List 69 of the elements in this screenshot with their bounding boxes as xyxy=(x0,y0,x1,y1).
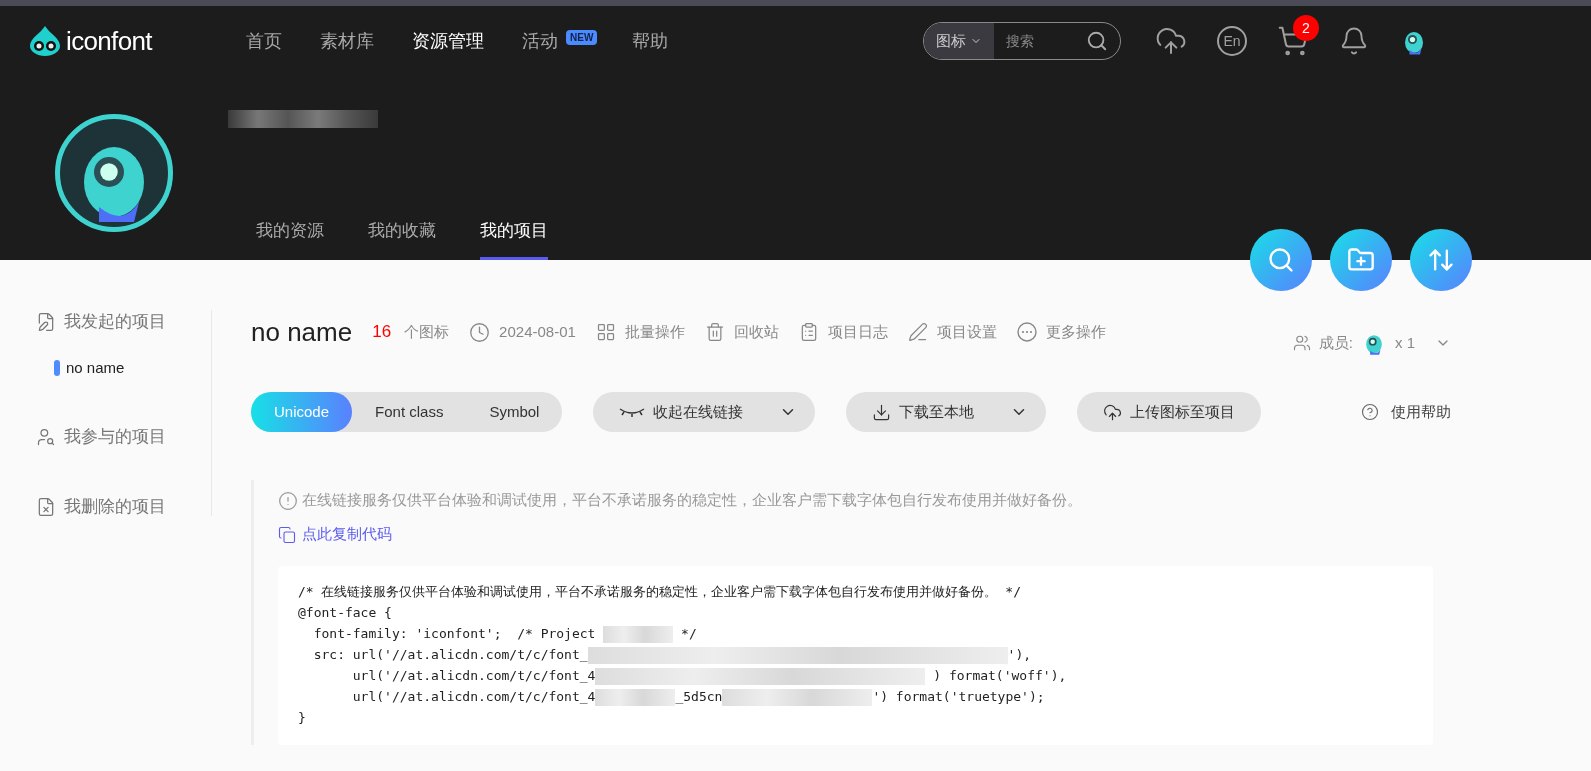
upload-icon[interactable] xyxy=(1155,25,1187,57)
action-link[interactable]: 批量操作 xyxy=(624,320,685,344)
pen-icon xyxy=(907,322,928,342)
notice-text: 在线链接服务仅供平台体验和调试使用，平台不承诺服务的稳定性，企业客户需下载字体包自行发布使用并做好备份。 xyxy=(302,491,1082,510)
profile-tab[interactable]: 我的资源 xyxy=(256,217,324,260)
toolbar-button[interactable]: 收起在线链接 xyxy=(593,392,816,432)
copy-icon xyxy=(278,525,296,544)
count-label: 个图标 xyxy=(404,321,450,342)
logo-text[interactable]: iconfont xyxy=(66,21,152,61)
code-text: font-family: 'iconfont'; /* Project xyxy=(312,625,597,644)
help-icon xyxy=(1361,403,1379,421)
code-text: ') format('truetype'); xyxy=(872,688,1045,707)
more-icon xyxy=(1016,322,1037,342)
nav-link[interactable]: 首页 xyxy=(246,27,282,55)
download-icon xyxy=(872,402,892,422)
scope-select[interactable]: 图标 xyxy=(924,23,994,59)
new-badge: NEW xyxy=(566,29,598,45)
clock-icon xyxy=(469,321,491,343)
sidebar-group[interactable]: 我发起的项目 xyxy=(64,309,166,335)
nav-link[interactable]: 素材库 xyxy=(320,27,374,55)
profile-tab[interactable]: 我的项目 xyxy=(480,217,548,260)
help-link[interactable]: 使用帮助 xyxy=(1391,400,1451,424)
code-text: url('//at.alicdn.com/t/c/font_4 xyxy=(351,688,596,707)
nav-link[interactable]: 资源管理 xyxy=(412,27,484,55)
toolbar-button[interactable]: 上传图标至项目 xyxy=(1077,392,1262,432)
bell-icon[interactable] xyxy=(1339,26,1369,56)
toolbar-button[interactable]: 下载至本地 xyxy=(846,392,1047,432)
code-text: url('//at.alicdn.com/t/c/font_4 xyxy=(351,667,596,686)
trash-icon xyxy=(704,322,725,342)
action-link[interactable]: 项目设置 xyxy=(936,320,997,344)
code-text: */ xyxy=(680,625,697,644)
code-text: src: url('//at.alicdn.com/t/c/font_ xyxy=(312,646,588,665)
project-title: no name xyxy=(251,315,353,349)
code-text: ) format('woff'), xyxy=(932,667,1067,686)
search-icon[interactable] xyxy=(1086,30,1108,52)
language-toggle[interactable]: En xyxy=(1217,26,1247,56)
format-tab[interactable]: Font class xyxy=(352,392,467,432)
code-text: _5d5cn xyxy=(675,688,723,707)
action-link[interactable]: 项目日志 xyxy=(827,320,888,344)
sidebar-group[interactable]: 我参与的项目 xyxy=(64,423,166,450)
code-text: } xyxy=(298,709,306,728)
date-text: 2024-08-01 xyxy=(499,321,576,342)
nav-link[interactable]: 帮助 xyxy=(632,27,668,55)
upload-icon xyxy=(1103,402,1123,422)
logo-icon xyxy=(28,26,62,56)
user-search-icon xyxy=(36,426,56,447)
action-link[interactable]: 回收站 xyxy=(733,320,779,344)
members-icon xyxy=(1292,334,1311,352)
code-text: @font-face { xyxy=(298,604,392,623)
format-tab[interactable]: Symbol xyxy=(466,392,563,432)
sidebar-project[interactable]: no name xyxy=(66,357,125,380)
members-label: 成员: xyxy=(1318,332,1353,353)
action-link[interactable]: 更多操作 xyxy=(1045,320,1106,344)
members-count: x 1 xyxy=(1395,332,1415,353)
folder-plus-icon xyxy=(1347,246,1375,274)
copy-code-link[interactable]: 点此复制代码 xyxy=(302,523,392,546)
cart-badge: 2 xyxy=(1293,15,1319,41)
search-icon xyxy=(1267,246,1295,274)
edit-file-icon xyxy=(36,312,56,332)
file-x-icon xyxy=(36,496,56,517)
closed-eye-icon xyxy=(619,406,646,418)
redacted-text xyxy=(603,625,674,643)
icon-count: 16 xyxy=(372,321,392,344)
info-icon xyxy=(278,490,298,511)
sidebar-group[interactable]: 我删除的项目 xyxy=(64,493,166,520)
grid-icon xyxy=(595,322,616,342)
code-text: '), xyxy=(1007,646,1032,665)
profile-tab[interactable]: 我的收藏 xyxy=(368,217,436,260)
code-text: /* 在线链接服务仅供平台体验和调试使用，平台不承诺服务的稳定性，企业客户需下载字体包自行发布使用并做好备份。 */ xyxy=(298,583,1021,602)
